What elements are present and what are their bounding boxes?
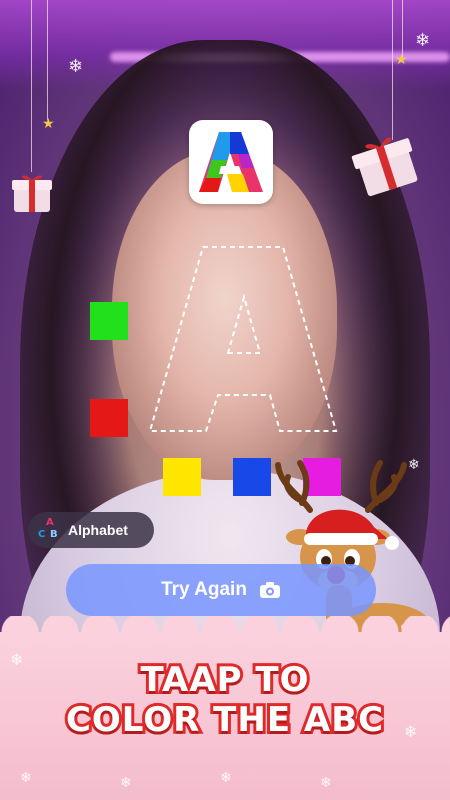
star-icon: ★ — [42, 116, 55, 132]
color-swatch-red[interactable] — [90, 399, 128, 437]
star-icon: ★ — [395, 52, 408, 68]
try-again-label: Try Again — [161, 579, 247, 600]
ar-camera-view: ★ ★ ❄ ❄ ❄ ❄ ❄ — [0, 0, 450, 800]
camera-icon — [259, 582, 280, 598]
ornament-string — [47, 0, 48, 120]
snowflake-icon: ❄ — [220, 770, 232, 786]
letter-a-tracing-guide[interactable] — [148, 245, 338, 435]
try-again-button[interactable]: Try Again — [66, 564, 376, 616]
gift-box-icon — [12, 175, 52, 212]
snowflake-icon: ❄ — [415, 30, 431, 51]
headline-line-1: TAAP TO — [137, 657, 311, 703]
gift-box-icon — [351, 137, 418, 196]
ornament-string — [31, 0, 32, 172]
ornament-string — [392, 0, 393, 140]
abc-letters-icon: A C B — [38, 517, 58, 540]
snowflake-icon: ❄ — [320, 775, 332, 791]
ornament-string — [402, 0, 403, 58]
color-swatch-green[interactable] — [90, 302, 128, 340]
alphabet-mode-chip[interactable]: A C B Alphabet — [28, 512, 154, 548]
colorful-letter-a-icon — [199, 132, 263, 192]
color-swatch-yellow[interactable] — [163, 458, 201, 496]
headline-line-2: COLOR THE ABC — [63, 697, 386, 743]
snowflake-icon: ❄ — [20, 770, 32, 786]
color-swatch-blue[interactable] — [233, 458, 271, 496]
alphabet-chip-label: Alphabet — [68, 522, 128, 538]
snowflake-icon: ❄ — [120, 775, 132, 791]
snowflake-icon: ❄ — [68, 56, 84, 77]
app-logo — [189, 120, 273, 204]
